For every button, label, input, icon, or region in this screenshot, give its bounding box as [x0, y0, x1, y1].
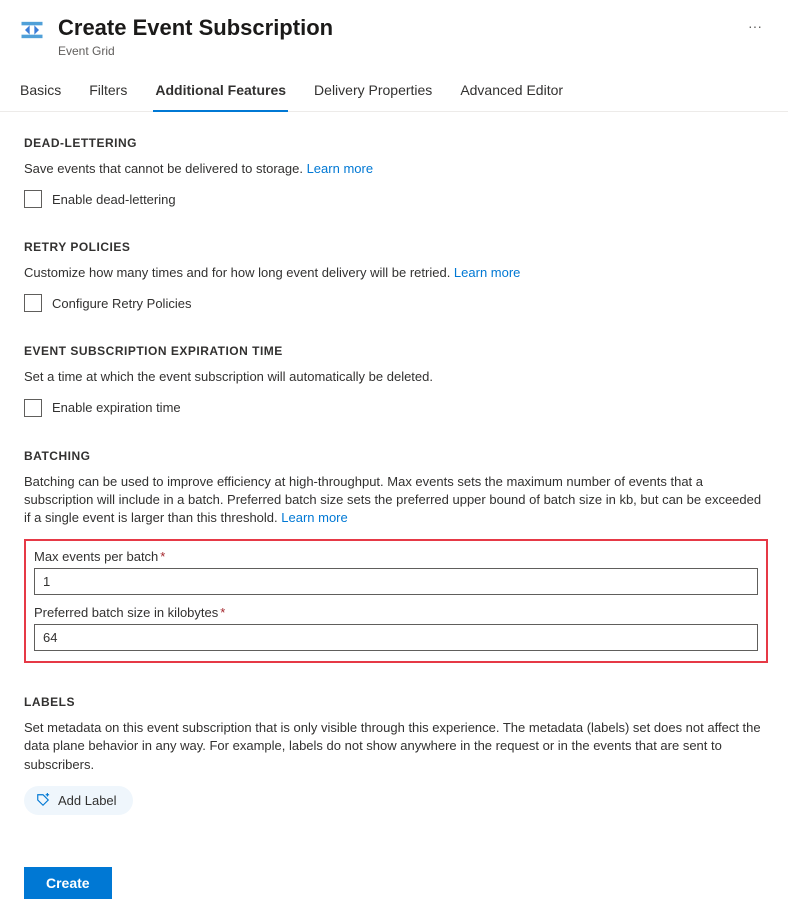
footer: Create: [0, 867, 788, 923]
section-expiration: EVENT SUBSCRIPTION EXPIRATION TIME Set a…: [24, 344, 768, 416]
create-button[interactable]: Create: [24, 867, 112, 899]
section-desc: Save events that cannot be delivered to …: [24, 160, 768, 178]
section-title: BATCHING: [24, 449, 768, 463]
enable-expiration-checkbox[interactable]: [24, 399, 42, 417]
section-title: EVENT SUBSCRIPTION EXPIRATION TIME: [24, 344, 768, 358]
batch-size-label: Preferred batch size in kilobytes*: [34, 605, 758, 620]
section-title: LABELS: [24, 695, 768, 709]
section-title: RETRY POLICIES: [24, 240, 768, 254]
tab-additional-features[interactable]: Additional Features: [153, 72, 288, 112]
section-desc: Customize how many times and for how lon…: [24, 264, 768, 282]
section-title: DEAD-LETTERING: [24, 136, 768, 150]
configure-retry-checkbox[interactable]: [24, 294, 42, 312]
add-label-text: Add Label: [58, 793, 117, 808]
page-subtitle: Event Grid: [58, 44, 728, 58]
section-desc: Set a time at which the event subscripti…: [24, 368, 768, 386]
section-retry-policies: RETRY POLICIES Customize how many times …: [24, 240, 768, 312]
batching-highlight: Max events per batch* Preferred batch si…: [24, 539, 768, 663]
checkbox-label: Configure Retry Policies: [52, 296, 191, 311]
section-labels: LABELS Set metadata on this event subscr…: [24, 695, 768, 815]
max-events-label: Max events per batch*: [34, 549, 758, 564]
tag-plus-icon: [36, 793, 50, 807]
learn-more-link[interactable]: Learn more: [454, 265, 520, 280]
tab-delivery-properties[interactable]: Delivery Properties: [312, 72, 434, 112]
page-title: Create Event Subscription: [58, 14, 728, 42]
max-events-input[interactable]: [34, 568, 758, 595]
learn-more-link[interactable]: Learn more: [307, 161, 373, 176]
more-button[interactable]: ···: [740, 14, 770, 38]
enable-dead-lettering-checkbox[interactable]: [24, 190, 42, 208]
service-icon: [18, 16, 46, 44]
tab-bar: Basics Filters Additional Features Deliv…: [0, 72, 788, 112]
batch-size-input[interactable]: [34, 624, 758, 651]
section-desc: Set metadata on this event subscription …: [24, 719, 768, 774]
add-label-button[interactable]: Add Label: [24, 786, 133, 815]
page-header: Create Event Subscription Event Grid ···: [0, 0, 788, 68]
learn-more-link[interactable]: Learn more: [281, 510, 347, 525]
section-batching: BATCHING Batching can be used to improve…: [24, 449, 768, 664]
tab-advanced-editor[interactable]: Advanced Editor: [458, 72, 565, 112]
section-dead-lettering: DEAD-LETTERING Save events that cannot b…: [24, 136, 768, 208]
checkbox-label: Enable dead-lettering: [52, 192, 176, 207]
tab-basics[interactable]: Basics: [18, 72, 63, 112]
section-desc: Batching can be used to improve efficien…: [24, 473, 768, 528]
checkbox-label: Enable expiration time: [52, 400, 181, 415]
tab-filters[interactable]: Filters: [87, 72, 129, 112]
